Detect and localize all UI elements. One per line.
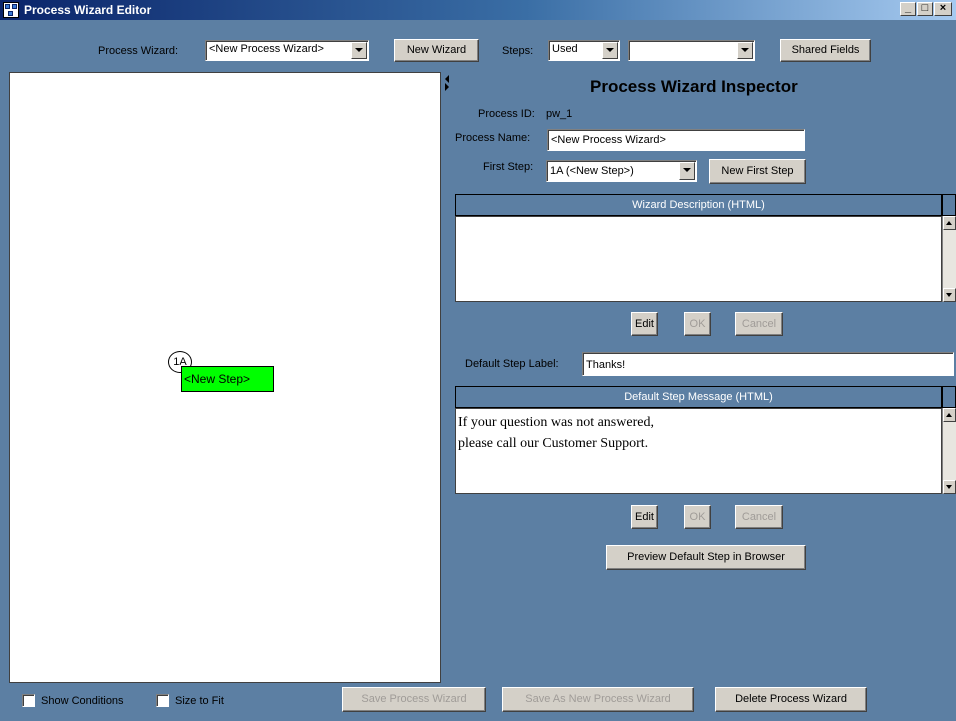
chevron-down-icon[interactable] bbox=[737, 42, 753, 59]
size-to-fit-checkbox[interactable] bbox=[156, 694, 169, 707]
save-as-new-process-wizard-button[interactable]: Save As New Process Wizard bbox=[502, 687, 694, 712]
default-step-label-value: Thanks! bbox=[586, 359, 626, 371]
first-step-select-value: 1A (<New Step>) bbox=[550, 165, 634, 177]
wizard-description-scrollbar[interactable] bbox=[942, 216, 956, 302]
window-title: Process Wizard Editor bbox=[24, 3, 152, 17]
default-step-message-header: Default Step Message (HTML) bbox=[455, 386, 942, 408]
default-step-message-scrollbar[interactable] bbox=[942, 408, 956, 494]
message-line-2: please call our Customer Support. bbox=[458, 436, 649, 451]
process-wizard-label: Process Wizard: bbox=[98, 45, 179, 57]
chevron-down-icon[interactable] bbox=[679, 162, 695, 180]
size-to-fit-label: Size to Fit bbox=[175, 695, 224, 707]
description-ok-button[interactable]: OK bbox=[684, 312, 711, 336]
shared-fields-button[interactable]: Shared Fields bbox=[780, 39, 871, 62]
collapse-left-icon[interactable] bbox=[445, 75, 449, 83]
scroll-up-icon[interactable] bbox=[943, 216, 956, 230]
show-conditions-label: Show Conditions bbox=[41, 695, 124, 707]
splitter-handle[interactable] bbox=[444, 72, 452, 681]
steps-label: Steps: bbox=[502, 45, 534, 57]
collapse-right-icon[interactable] bbox=[445, 83, 449, 91]
chevron-down-icon[interactable] bbox=[351, 42, 367, 59]
maximize-button[interactable]: □ bbox=[917, 2, 933, 16]
process-wizard-select[interactable]: <New Process Wizard> bbox=[205, 40, 369, 61]
process-name-label: Process Name: bbox=[455, 132, 531, 144]
delete-process-wizard-button[interactable]: Delete Process Wizard bbox=[715, 687, 867, 712]
message-ok-button[interactable]: OK bbox=[684, 505, 711, 529]
default-step-label-label: Default Step Label: bbox=[465, 358, 559, 370]
chevron-down-icon[interactable] bbox=[602, 42, 618, 59]
preview-default-step-button[interactable]: Preview Default Step in Browser bbox=[606, 545, 806, 570]
process-wizard-select-value: <New Process Wizard> bbox=[209, 43, 324, 55]
process-id-value: pw_1 bbox=[546, 108, 573, 120]
process-name-value: <New Process Wizard> bbox=[551, 134, 666, 146]
new-first-step-button[interactable]: New First Step bbox=[709, 159, 806, 184]
first-step-label: First Step: bbox=[483, 161, 534, 173]
scroll-down-icon[interactable] bbox=[943, 480, 956, 494]
description-edit-button[interactable]: Edit bbox=[631, 312, 658, 336]
default-step-label-field[interactable]: Thanks! bbox=[582, 352, 954, 376]
default-step-message-text[interactable]: If your question was not answered, pleas… bbox=[455, 408, 942, 494]
wizard-description-text[interactable] bbox=[455, 216, 942, 302]
header-corner bbox=[942, 194, 956, 216]
show-conditions-checkbox[interactable] bbox=[22, 694, 35, 707]
header-corner bbox=[942, 386, 956, 408]
save-process-wizard-button[interactable]: Save Process Wizard bbox=[342, 687, 486, 712]
scroll-down-icon[interactable] bbox=[943, 288, 956, 302]
close-button[interactable]: × bbox=[934, 2, 952, 16]
steps-filter-select[interactable] bbox=[628, 40, 755, 61]
minimize-button[interactable]: _ bbox=[900, 2, 916, 16]
wizard-description-header: Wizard Description (HTML) bbox=[455, 194, 942, 216]
process-name-field[interactable]: <New Process Wizard> bbox=[547, 129, 805, 151]
first-step-select[interactable]: 1A (<New Step>) bbox=[546, 160, 697, 182]
step-node[interactable]: <New Step> bbox=[181, 366, 274, 392]
steps-select[interactable]: Used bbox=[548, 40, 620, 61]
message-cancel-button[interactable]: Cancel bbox=[735, 505, 783, 529]
message-line-1: If your question was not answered, bbox=[458, 415, 654, 430]
scroll-up-icon[interactable] bbox=[943, 408, 956, 422]
new-wizard-button[interactable]: New Wizard bbox=[394, 39, 479, 62]
inspector-title: Process Wizard Inspector bbox=[590, 77, 798, 96]
message-edit-button[interactable]: Edit bbox=[631, 505, 658, 529]
process-id-label: Process ID: bbox=[478, 108, 535, 120]
steps-select-value: Used bbox=[552, 43, 578, 55]
app-icon bbox=[3, 2, 19, 18]
description-cancel-button[interactable]: Cancel bbox=[735, 312, 783, 336]
title-bar: Process Wizard Editor _ □ × bbox=[0, 0, 956, 20]
